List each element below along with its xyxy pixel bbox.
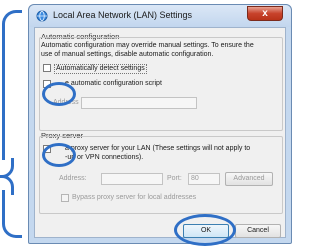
lan-settings-dialog: Local Area Network (LAN) Settings x Auto… <box>28 4 292 244</box>
highlight-circle-use-proxy <box>42 143 76 167</box>
proxy-address-input[interactable] <box>101 173 163 185</box>
proxy-port-label: Port: <box>167 175 182 182</box>
bypass-local-addresses-label: Bypass proxy server for local addresses <box>72 194 197 201</box>
advanced-button[interactable]: Advanced <box>225 172 273 186</box>
close-icon: x <box>262 8 268 19</box>
automatically-detect-settings-label[interactable]: Automatically detect settings <box>54 64 147 74</box>
highlight-circle-auto-config-script <box>42 82 76 106</box>
auto-config-description-line2: use of manual settings, disable automati… <box>41 51 214 58</box>
bypass-local-addresses-checkbox[interactable] <box>61 194 69 202</box>
screenshot-stage: Local Area Network (LAN) Settings x Auto… <box>0 0 294 248</box>
use-proxy-server-label-line2[interactable]: -up or VPN connections). <box>65 154 143 162</box>
use-proxy-server-label-line1[interactable]: a proxy server for your LAN (These setti… <box>65 145 250 153</box>
annotation-bracket <box>2 10 22 238</box>
close-button[interactable]: x <box>247 6 283 21</box>
automatically-detect-settings-checkbox[interactable] <box>43 64 51 72</box>
title-bar[interactable]: Local Area Network (LAN) Settings x <box>29 5 291 27</box>
use-automatic-configuration-script-label[interactable]: e automatic configuration script <box>65 80 162 88</box>
dialog-client-area: Automatic configuration Automatic config… <box>34 27 286 238</box>
highlight-circle-ok-button <box>174 214 236 246</box>
proxy-port-input[interactable]: 80 <box>188 173 220 185</box>
cancel-button[interactable]: Cancel <box>235 224 281 238</box>
auto-config-address-input[interactable] <box>81 97 197 109</box>
auto-config-description-line1: Automatic configuration may override man… <box>41 42 254 49</box>
proxy-address-label: Address: <box>59 175 87 182</box>
window-title: Local Area Network (LAN) Settings <box>53 10 193 20</box>
network-globe-icon <box>36 10 48 22</box>
